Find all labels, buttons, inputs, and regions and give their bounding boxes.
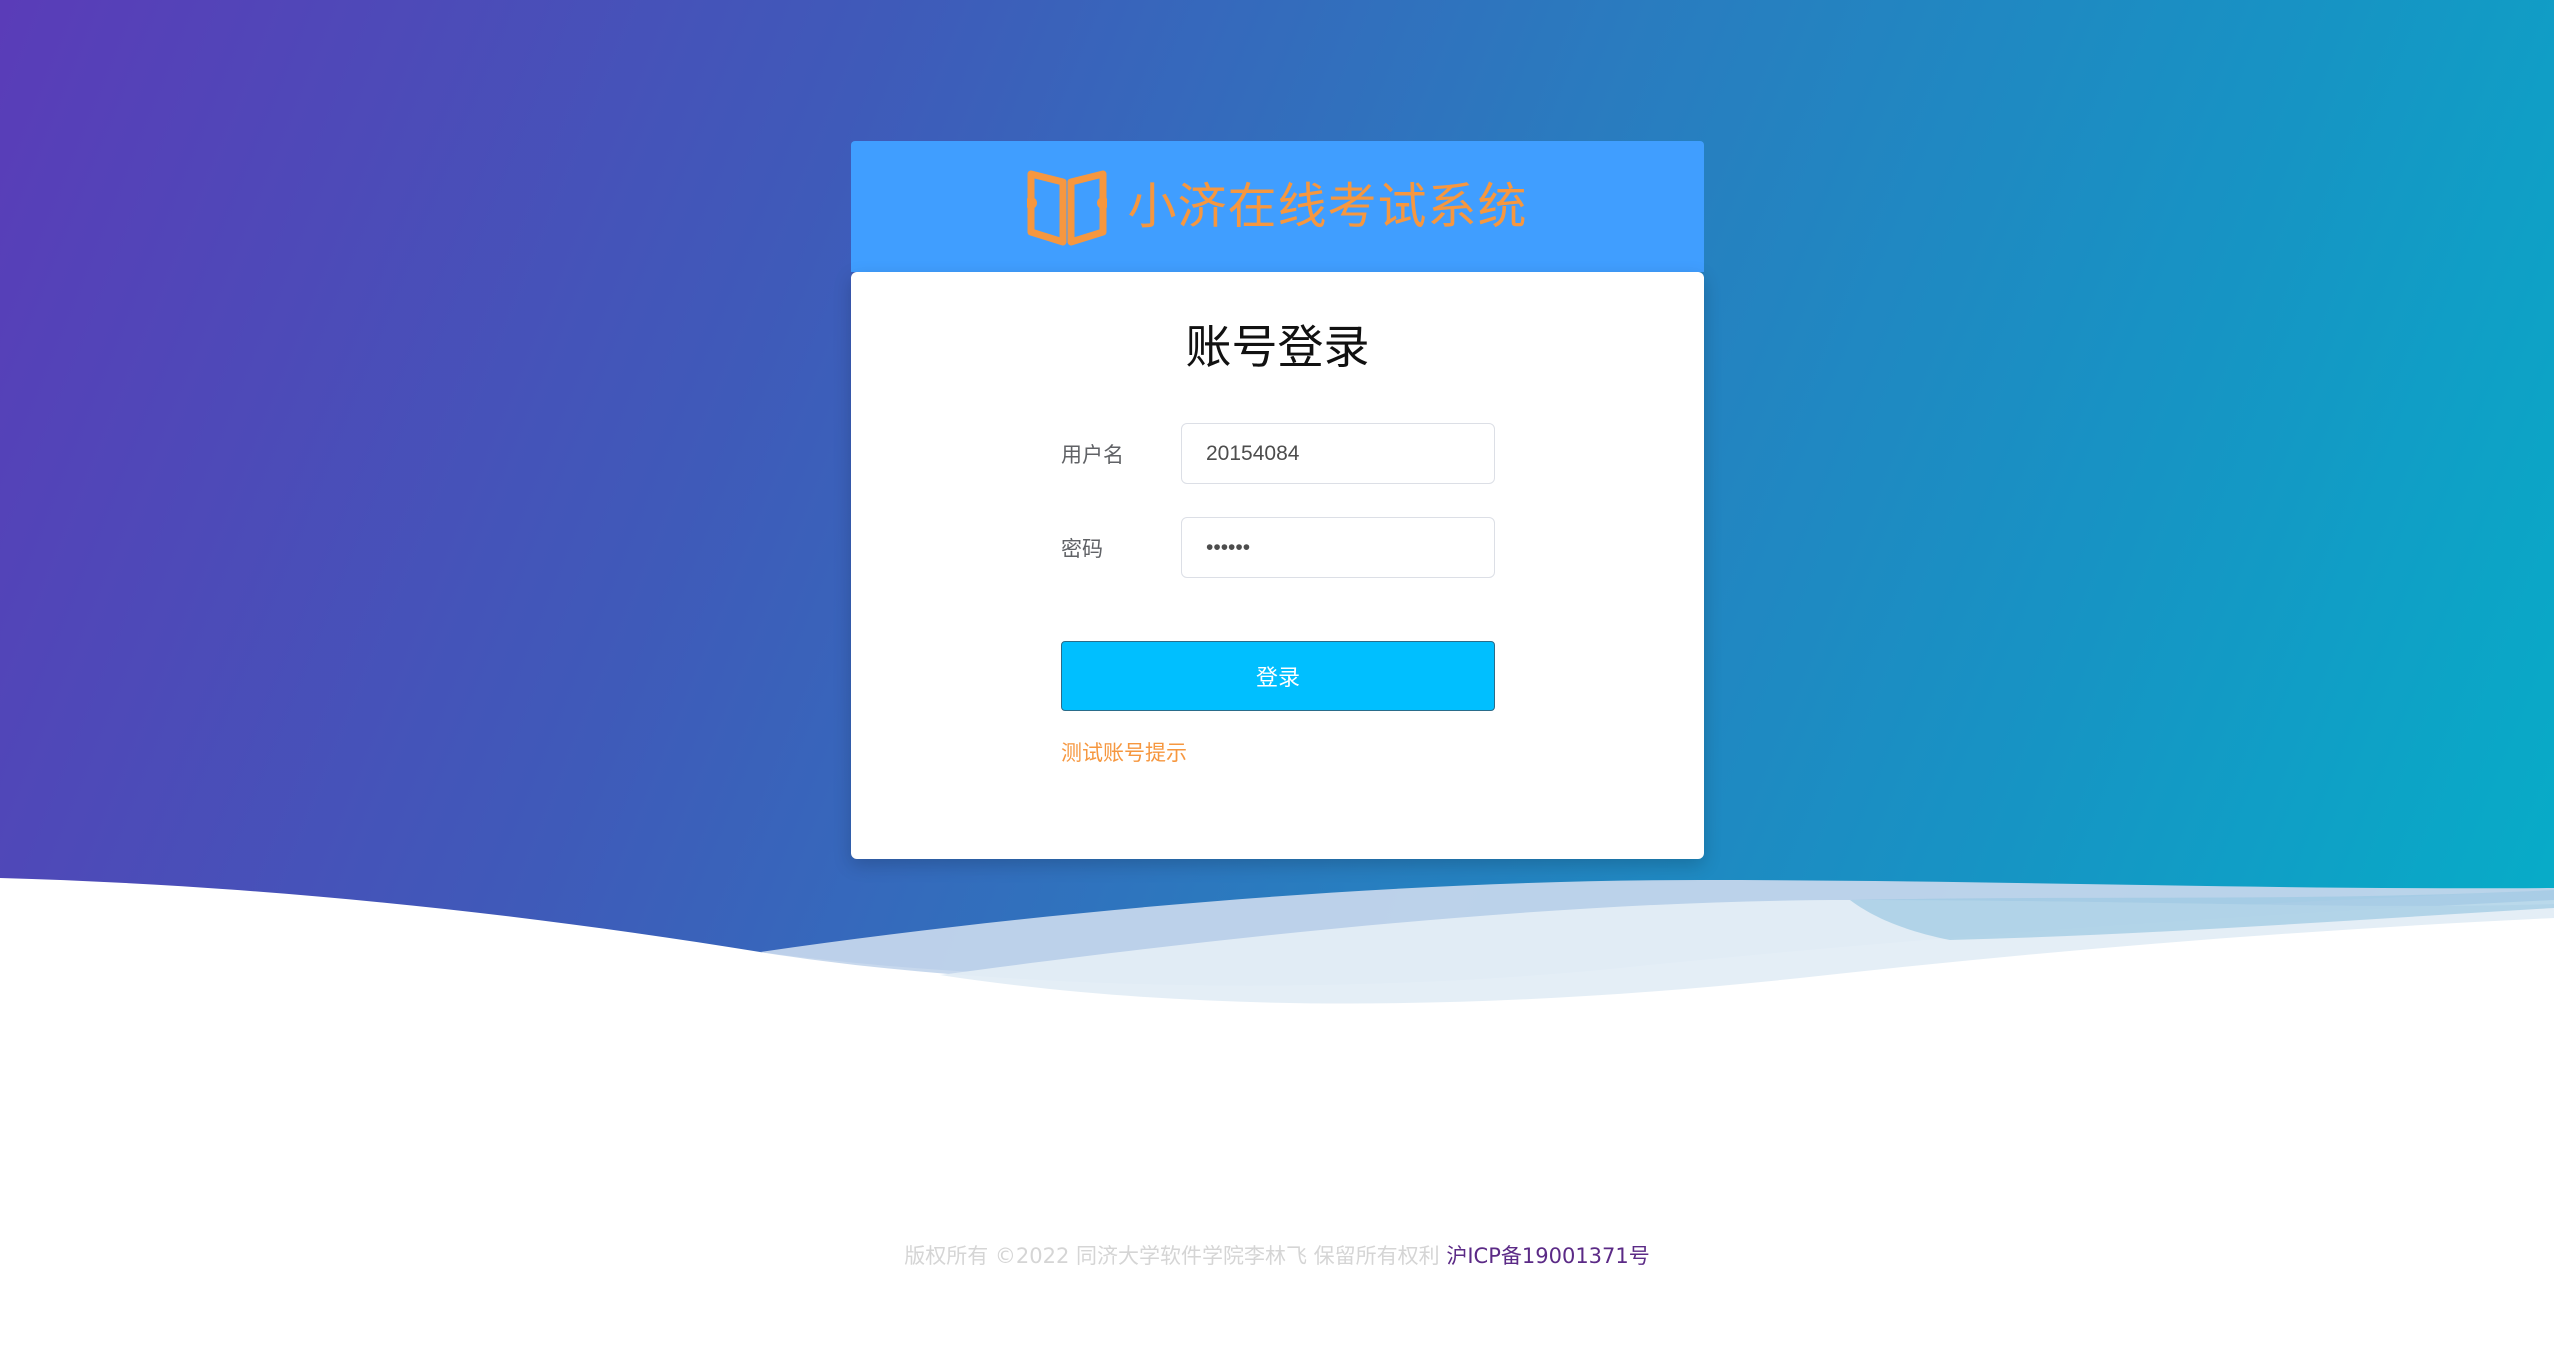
login-title: 账号登录 — [1185, 320, 1370, 374]
app-title: 小济在线考试系统 — [1127, 178, 1528, 235]
book-open-icon — [1027, 168, 1108, 246]
password-value: •••••• — [1206, 535, 1251, 559]
username-label: 用户名 — [1061, 442, 1124, 467]
username-input[interactable]: 20154084 — [1181, 423, 1495, 484]
footer: 版权所有 ©2022 同济大学软件学院李林飞 保留所有权利 沪ICP备19001… — [0, 1240, 2554, 1270]
card-header: 小济在线考试系统 — [851, 141, 1704, 272]
login-form: 账号登录 用户名 20154084 密码 •••••• 登录 测试账号提示 — [851, 272, 1704, 859]
username-row: 用户名 20154084 — [1061, 423, 1495, 484]
test-account-hint-link[interactable]: 测试账号提示 — [1061, 737, 1187, 767]
background-waves — [0, 878, 2554, 1100]
password-label: 密码 — [1061, 536, 1103, 561]
password-row: 密码 •••••• — [1061, 517, 1495, 578]
icp-link[interactable]: 沪ICP备19001371号 — [1446, 1244, 1649, 1268]
login-button[interactable]: 登录 — [1061, 641, 1495, 711]
copyright-text: 版权所有 ©2022 同济大学软件学院李林飞 保留所有权利 — [904, 1244, 1440, 1268]
username-value: 20154084 — [1206, 441, 1300, 465]
login-card: 小济在线考试系统 账号登录 用户名 20154084 密码 •••••• 登录 … — [851, 141, 1704, 859]
password-input[interactable]: •••••• — [1181, 517, 1495, 578]
